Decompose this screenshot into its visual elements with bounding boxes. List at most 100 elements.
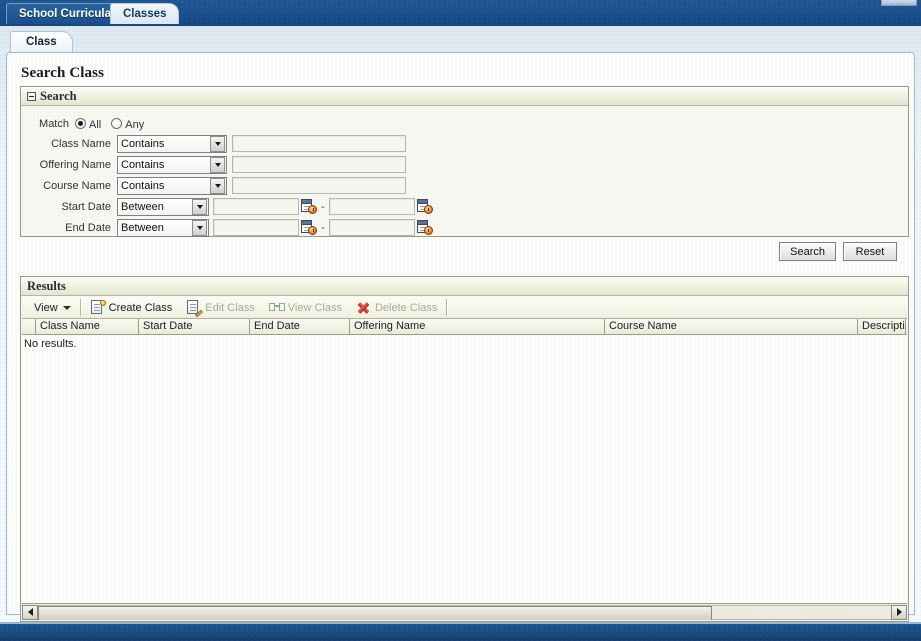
class-name-operator-select[interactable]: Contains (117, 134, 227, 153)
start-date-operator-select[interactable]: Between (117, 197, 209, 216)
edit-class-label: Edit Class (205, 301, 255, 314)
calendar-picker-icon[interactable] (416, 220, 433, 235)
offering-name-input[interactable] (232, 156, 406, 173)
global-tab-school-curricula[interactable]: School Curricula (6, 3, 125, 24)
column-header-offering-name[interactable]: Offering Name (350, 319, 605, 334)
column-header-course-name[interactable]: Course Name (605, 319, 858, 334)
edit-document-icon (186, 300, 204, 318)
radio-match-any[interactable] (111, 118, 123, 129)
content-card: Search Class Search Match All Any Class … (6, 52, 915, 641)
sub-tab-class[interactable]: Class (10, 31, 73, 53)
create-class-button[interactable]: Create Class (83, 298, 180, 318)
operator-value: Between (121, 221, 164, 234)
right-arrow-icon[interactable] (891, 604, 907, 620)
calendar-picker-icon[interactable] (416, 199, 433, 214)
course-name-row: Course Name Contains (29, 176, 406, 195)
page-title: Search Class (21, 65, 105, 81)
empty-state-message: No results. (24, 338, 77, 350)
class-name-label: Class Name (51, 137, 111, 150)
radio-match-all[interactable] (75, 118, 86, 129)
search-panel: Search Match All Any Class Name Contains (20, 86, 909, 237)
reset-button[interactable]: Reset (843, 242, 897, 261)
start-date-to-input[interactable] (328, 198, 415, 215)
chevron-down-icon[interactable] (210, 135, 225, 152)
chevron-down-icon[interactable] (210, 177, 225, 194)
horizontal-scrollbar[interactable] (22, 603, 907, 620)
results-panel-title: Results (27, 278, 66, 293)
column-header-class-name[interactable]: Class Name (36, 319, 139, 334)
search-actions: Search Reset (779, 242, 897, 261)
course-name-label: Course Name (43, 179, 111, 192)
edit-class-button[interactable]: Edit Class (179, 298, 262, 318)
end-date-to-input[interactable] (328, 219, 415, 236)
global-tab-classes[interactable]: Classes (110, 3, 180, 24)
end-date-row: End Date Between - (29, 218, 433, 237)
operator-value: Between (121, 200, 164, 213)
minus-box-icon[interactable] (27, 91, 36, 101)
chevron-down-icon[interactable] (192, 198, 207, 215)
scrollbar-track[interactable] (38, 604, 891, 620)
end-date-label: End Date (65, 221, 111, 234)
red-x-icon (356, 300, 372, 315)
end-date-from-input[interactable] (213, 219, 299, 236)
application-top-bar: School Curricula Classes (0, 0, 921, 27)
search-button[interactable]: Search (779, 242, 836, 261)
table-column-header-row: Class Name Start Date End Date Offering … (22, 319, 907, 335)
window-chrome-accent (881, 0, 917, 6)
operator-value: Contains (121, 137, 165, 150)
chevron-down-icon[interactable] (192, 219, 207, 236)
match-row: Match All Any (29, 114, 144, 133)
view-menu-label: View (34, 301, 58, 314)
chevron-down-icon (62, 305, 71, 310)
page-body: Class Search Class Search Match All Any … (0, 26, 921, 641)
operator-value: Contains (121, 158, 165, 171)
view-menu-button[interactable]: View (22, 298, 78, 318)
date-range-separator: - (321, 221, 325, 234)
offering-name-row: Offering Name Contains (29, 155, 406, 174)
toolbar-separator (79, 299, 81, 316)
left-arrow-icon[interactable] (22, 604, 38, 620)
column-header-start-date[interactable]: Start Date (139, 319, 250, 334)
chevron-down-icon[interactable] (210, 156, 225, 173)
search-panel-header[interactable]: Search (21, 87, 908, 106)
new-document-icon (90, 300, 106, 315)
start-date-label: Start Date (61, 200, 111, 213)
column-header-description[interactable]: Descripti (858, 319, 906, 334)
results-panel-header: Results (21, 277, 908, 296)
offering-name-label: Offering Name (39, 158, 111, 171)
global-tab-label: School Curricula (19, 8, 112, 20)
calendar-picker-icon[interactable] (301, 199, 317, 214)
delete-class-button[interactable]: Delete Class (349, 298, 444, 318)
course-name-operator-select[interactable]: Contains (117, 176, 227, 195)
radio-match-all-label: All (89, 119, 102, 131)
create-class-label: Create Class (108, 301, 173, 314)
row-selector-column-header (22, 319, 36, 334)
results-toolbar: View Create Class Edit Class View Class … (22, 297, 907, 319)
global-tab-label: Classes (123, 8, 167, 20)
class-name-row: Class Name Contains (29, 134, 406, 153)
match-label: Match (39, 117, 69, 130)
date-range-separator: - (321, 200, 325, 213)
view-class-label: View Class (287, 301, 342, 314)
calendar-picker-icon[interactable] (301, 220, 317, 235)
sub-tab-strip: Class (0, 26, 921, 53)
column-header-end-date[interactable]: End Date (250, 319, 350, 334)
start-date-from-input[interactable] (213, 198, 299, 215)
course-name-input[interactable] (232, 177, 406, 194)
end-date-operator-select[interactable]: Between (117, 218, 209, 237)
glasses-icon (268, 300, 285, 315)
radio-match-any-label: Any (125, 119, 145, 131)
sub-tab-label: Class (26, 36, 57, 48)
table-body: No results. (22, 335, 907, 602)
scrollbar-thumb[interactable] (38, 605, 712, 620)
results-table: Class Name Start Date End Date Offering … (22, 319, 907, 620)
results-panel: Results View Create Class Edit Class Vie… (20, 276, 909, 622)
delete-class-label: Delete Class (374, 301, 438, 314)
start-date-row: Start Date Between - (29, 197, 433, 216)
offering-name-operator-select[interactable]: Contains (117, 155, 227, 174)
class-name-input[interactable] (232, 135, 406, 152)
operator-value: Contains (121, 179, 165, 192)
search-panel-title: Search (40, 88, 77, 103)
application-bottom-bar (0, 622, 921, 641)
view-class-button[interactable]: View Class (262, 298, 349, 318)
